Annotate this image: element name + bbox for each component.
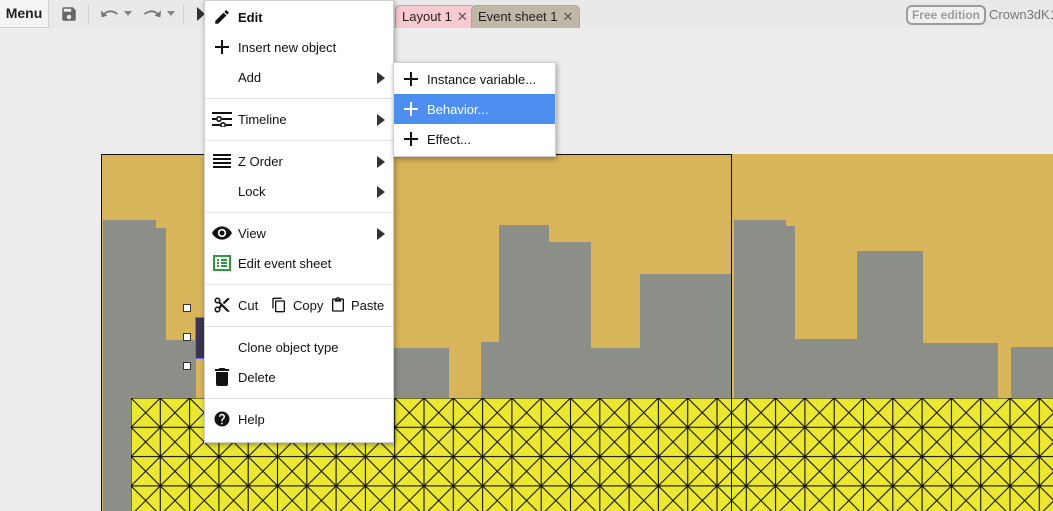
context-menu: Edit Insert new object Add Timeline Z Or…	[204, 0, 394, 443]
plus-icon	[394, 72, 427, 86]
submenu-arrow-icon	[377, 228, 385, 240]
undo-icon[interactable]	[98, 4, 122, 24]
eye-icon	[205, 226, 238, 240]
menu-item-delete[interactable]: Delete	[205, 362, 393, 392]
menu-item-cut[interactable]: Cut	[205, 290, 265, 320]
paste-icon	[325, 296, 351, 314]
submenu-arrow-icon	[377, 186, 385, 198]
event-sheet-icon	[205, 255, 238, 271]
plus-icon	[205, 40, 238, 54]
menu-divider	[205, 326, 393, 327]
submenu-arrow-icon	[377, 156, 385, 168]
undo-dropdown-icon[interactable]	[123, 4, 133, 24]
menu-divider	[205, 98, 393, 99]
toolbar-divider	[183, 4, 184, 24]
help-icon	[205, 410, 238, 428]
menu-item-timeline[interactable]: Timeline	[205, 104, 393, 134]
menu-button[interactable]: Menu	[0, 0, 49, 28]
submenu-item-instance-variable[interactable]: Instance variable...	[394, 64, 555, 94]
menu-divider	[205, 398, 393, 399]
menu-item-edit[interactable]: Edit	[205, 2, 393, 32]
top-toolbar: Menu Layout 1 ✕ Event sheet 1 ✕ Free editi…	[0, 0, 1053, 28]
submenu-item-behavior[interactable]: Behavior...	[394, 94, 555, 124]
menu-item-add[interactable]: Add	[205, 62, 393, 92]
redo-icon[interactable]	[140, 4, 164, 24]
menu-divider	[205, 140, 393, 141]
close-icon[interactable]: ✕	[563, 9, 574, 24]
tab-label: Layout 1	[402, 9, 452, 24]
menu-item-paste[interactable]: Paste	[325, 290, 393, 320]
plus-icon	[394, 102, 427, 116]
copy-icon	[265, 296, 293, 314]
resize-handle[interactable]	[183, 333, 191, 341]
toolbar-divider	[88, 4, 89, 24]
save-icon[interactable]	[58, 4, 80, 24]
scissors-icon	[205, 296, 238, 314]
close-icon[interactable]: ✕	[457, 9, 468, 24]
tab-layout-1[interactable]: Layout 1 ✕	[395, 5, 475, 28]
timeline-icon	[205, 111, 238, 127]
add-submenu: Instance variable... Behavior... Effect.…	[393, 62, 556, 157]
menu-item-clone-object-type[interactable]: Clone object type	[205, 332, 393, 362]
menu-item-lock[interactable]: Lock	[205, 176, 393, 206]
menu-item-edit-event-sheet[interactable]: Edit event sheet	[205, 248, 393, 278]
menu-item-copy[interactable]: Copy	[265, 290, 325, 320]
username[interactable]: Crown3dK1	[989, 7, 1053, 22]
menu-item-view[interactable]: View	[205, 218, 393, 248]
menu-item-insert-new-object[interactable]: Insert new object	[205, 32, 393, 62]
menu-divider	[205, 212, 393, 213]
submenu-arrow-icon	[377, 114, 385, 126]
zorder-icon	[205, 154, 238, 168]
resize-handle[interactable]	[183, 304, 191, 312]
plus-icon	[394, 132, 427, 146]
trash-icon	[205, 368, 238, 386]
pencil-icon	[205, 8, 238, 26]
menu-item-help[interactable]: Help	[205, 404, 393, 434]
edition-badge[interactable]: Free edition	[906, 5, 987, 25]
menu-item-z-order[interactable]: Z Order	[205, 146, 393, 176]
menu-divider	[205, 284, 393, 285]
tab-event-sheet-1[interactable]: Event sheet 1 ✕	[471, 5, 581, 28]
redo-dropdown-icon[interactable]	[166, 4, 176, 24]
tab-label: Event sheet 1	[478, 9, 558, 24]
submenu-item-effect[interactable]: Effect...	[394, 124, 555, 154]
resize-handle[interactable]	[183, 362, 191, 370]
submenu-arrow-icon	[377, 72, 385, 84]
